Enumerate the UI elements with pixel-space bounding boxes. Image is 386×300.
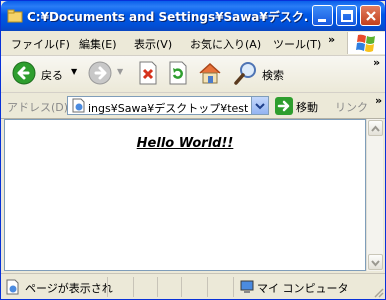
window-title: C:¥Documents and Settings¥Sawa¥デスク...	[27, 10, 309, 24]
status-divider	[157, 277, 158, 297]
back-arrow-icon[interactable]	[11, 60, 37, 86]
search-button-label[interactable]: 検索	[262, 67, 284, 83]
security-zone-label: マイ コンピュータ	[257, 282, 349, 295]
resize-grip-icon[interactable]	[372, 286, 384, 298]
status-divider	[207, 277, 208, 297]
windows-logo	[347, 32, 385, 54]
address-dropdown-button[interactable]	[251, 97, 268, 114]
windows-flag-icon	[356, 34, 375, 52]
vertical-scrollbar[interactable]	[366, 119, 383, 271]
menu-file[interactable]: ファイル(F)	[11, 36, 70, 52]
menu-more-chevron[interactable]: »	[328, 33, 335, 46]
chevron-up-icon	[371, 125, 380, 132]
status-divider	[133, 277, 134, 297]
scroll-up-button[interactable]	[368, 120, 383, 136]
search-icon[interactable]	[233, 60, 259, 86]
address-url[interactable]: ings¥Sawa¥デスクトップ¥test.html	[88, 100, 248, 116]
refresh-icon[interactable]	[166, 60, 190, 86]
chevron-down-icon	[255, 103, 265, 110]
close-button[interactable]	[360, 5, 381, 26]
status-bar: ページが表示され マイ コンピュータ	[1, 273, 385, 299]
toolbar-more-chevron[interactable]: »	[373, 56, 380, 69]
address-bar: アドレス(D) ings¥Sawa¥デスクトップ¥test.html 移動 リン…	[1, 93, 385, 119]
page-status-icon	[6, 279, 19, 295]
forward-dropdown-arrow[interactable]: ▼	[117, 67, 123, 76]
page-icon	[72, 98, 85, 113]
title-bar[interactable]: C:¥Documents and Settings¥Sawa¥デスク...	[1, 1, 385, 31]
close-icon	[366, 11, 376, 21]
maximize-button[interactable]	[336, 5, 357, 26]
page-heading: Hello World!!	[136, 136, 234, 151]
maximize-icon	[341, 10, 353, 22]
status-divider	[107, 277, 108, 297]
page-content: Hello World!!	[4, 119, 366, 271]
minimize-button[interactable]	[312, 5, 333, 26]
menu-favorites[interactable]: お気に入り(A)	[190, 36, 261, 52]
address-input[interactable]: ings¥Sawa¥デスクトップ¥test.html	[67, 96, 269, 115]
folder-icon	[7, 9, 23, 23]
back-button-label[interactable]: 戻る	[41, 67, 63, 83]
status-divider	[233, 277, 234, 297]
menu-edit[interactable]: 編集(E)	[79, 36, 117, 52]
browser-window: C:¥Documents and Settings¥Sawa¥デスク... ファ…	[0, 0, 386, 300]
go-button-label[interactable]: 移動	[296, 99, 318, 115]
stop-icon[interactable]	[136, 60, 160, 86]
chevron-down-icon	[371, 260, 380, 267]
scroll-down-button[interactable]	[368, 254, 383, 270]
address-label: アドレス(D)	[7, 101, 69, 114]
go-arrow-icon[interactable]	[275, 97, 293, 115]
menu-view[interactable]: 表示(V)	[134, 36, 172, 52]
menu-tools[interactable]: ツール(T)	[273, 36, 321, 52]
computer-icon	[240, 280, 254, 293]
standard-toolbar: 戻る ▼ ▼ 検索 »	[1, 56, 385, 93]
forward-arrow-icon[interactable]	[87, 60, 113, 86]
links-label[interactable]: リンク	[335, 99, 368, 115]
home-icon[interactable]	[197, 60, 223, 86]
links-more-chevron[interactable]: »	[375, 94, 382, 107]
status-text: ページが表示され	[25, 282, 113, 295]
menu-bar: ファイル(F) 編集(E) 表示(V) お気に入り(A) ツール(T) »	[1, 31, 385, 56]
back-dropdown-arrow[interactable]: ▼	[71, 67, 77, 76]
status-divider	[181, 277, 182, 297]
minimize-icon	[318, 19, 326, 22]
